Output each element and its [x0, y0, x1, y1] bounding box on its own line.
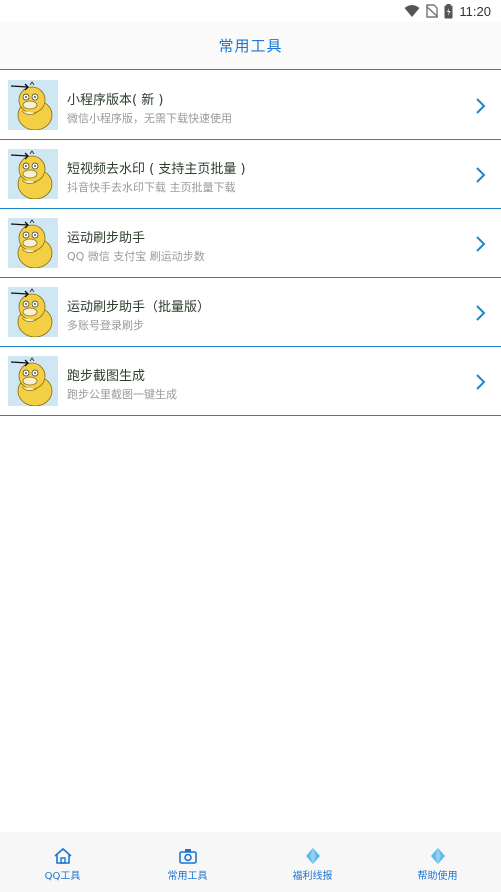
psyduck-thumbnail — [8, 287, 58, 337]
chevron-right-icon — [476, 374, 486, 390]
chevron-right-icon — [476, 167, 486, 183]
app-header: 常用工具 — [0, 22, 501, 70]
chevron-right-icon — [476, 305, 486, 321]
tool-subtitle: 跑步公里截图一键生成 — [67, 388, 177, 401]
tool-list: 小程序版本( 新 ) 微信小程序版，无需下载快速使用 短视频去水印 ( 支持主页… — [0, 71, 501, 416]
battery-icon — [444, 3, 453, 18]
status-icons: 11:20 — [404, 3, 491, 19]
tab-qq-tools[interactable]: QQ工具 — [0, 832, 125, 892]
tool-title: 运动刷步助手（批量版） — [67, 300, 211, 315]
tool-subtitle: QQ 微信 支付宝 刷运动步数 — [67, 250, 205, 263]
tool-item-mini-program[interactable]: 小程序版本( 新 ) 微信小程序版，无需下载快速使用 — [0, 71, 501, 140]
tab-help[interactable]: 帮助使用 — [375, 832, 500, 892]
camera-icon — [178, 849, 197, 864]
bottom-tab-bar: QQ工具 常用工具 福利线报 帮助使用 — [0, 832, 501, 892]
chevron-right-icon — [476, 236, 486, 252]
tool-item-step-booster[interactable]: 运动刷步助手 QQ 微信 支付宝 刷运动步数 — [0, 209, 501, 278]
tool-subtitle: 抖音快手去水印下载 主页批量下载 — [67, 181, 236, 194]
gem-icon — [305, 848, 320, 864]
chevron-right-icon — [476, 98, 486, 114]
tool-subtitle: 多账号登录刷步 — [67, 319, 144, 332]
status-bar: 11:20 — [0, 0, 501, 22]
tab-label: 常用工具 — [167, 871, 208, 882]
tool-item-watermark-remover[interactable]: 短视频去水印 ( 支持主页批量 ) 抖音快手去水印下载 主页批量下载 — [0, 140, 501, 209]
tab-label: QQ工具 — [44, 871, 81, 882]
wifi-icon — [404, 5, 420, 17]
status-time: 11:20 — [459, 3, 491, 19]
tab-label: 帮助使用 — [417, 871, 458, 882]
psyduck-thumbnail — [8, 218, 58, 268]
tool-subtitle: 微信小程序版，无需下载快速使用 — [67, 112, 232, 125]
tool-title: 短视频去水印 ( 支持主页批量 ) — [67, 162, 246, 177]
tab-label: 福利线报 — [292, 871, 333, 882]
tool-title: 运动刷步助手 — [67, 231, 146, 246]
psyduck-thumbnail — [8, 149, 58, 199]
tool-title: 小程序版本( 新 ) — [67, 93, 164, 108]
psyduck-thumbnail — [8, 80, 58, 130]
tool-item-step-booster-batch[interactable]: 运动刷步助手（批量版） 多账号登录刷步 — [0, 278, 501, 347]
page-title: 常用工具 — [218, 37, 283, 55]
tab-common-tools[interactable]: 常用工具 — [125, 832, 250, 892]
tool-item-run-screenshot[interactable]: 跑步截图生成 跑步公里截图一键生成 — [0, 347, 501, 416]
psyduck-thumbnail — [8, 356, 58, 406]
no-sim-icon — [426, 4, 439, 18]
gem-icon — [430, 848, 445, 864]
tool-title: 跑步截图生成 — [67, 369, 146, 384]
home-icon — [53, 847, 72, 864]
tab-welfare-news[interactable]: 福利线报 — [250, 832, 375, 892]
